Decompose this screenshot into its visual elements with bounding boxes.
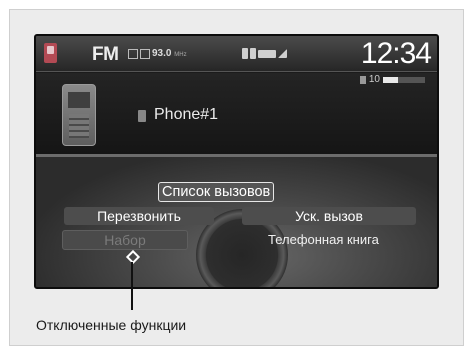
radio-frequency: 93.0 MHz xyxy=(152,48,187,59)
volume-bar-fill xyxy=(383,76,398,83)
radio-indicator-icons xyxy=(128,49,150,59)
hfl-icon xyxy=(250,48,256,59)
device-icon xyxy=(138,110,146,122)
status-bar: FM 93.0 MHz 12:34 xyxy=(36,36,437,72)
audio-source: FM xyxy=(92,44,119,65)
battery-icon xyxy=(258,49,276,58)
phonebook-button[interactable]: Телефонная книга xyxy=(268,231,379,249)
clock: 12:34 xyxy=(360,37,432,70)
redial-button[interactable]: Перезвонить xyxy=(64,207,214,225)
callout-leader-line xyxy=(131,262,133,310)
menu-divider xyxy=(36,154,437,157)
volume-indicator: 10 xyxy=(359,74,425,85)
volume-bar xyxy=(383,76,425,83)
signal-icon xyxy=(278,49,287,58)
bluetooth-icon xyxy=(242,48,248,59)
infotainment-screen: FM 93.0 MHz 12:34 Phone#1 10 Список вызо… xyxy=(34,34,439,289)
dial-button-disabled: Набор xyxy=(62,230,188,250)
mobile-phone-icon xyxy=(62,84,96,146)
speaker-icon xyxy=(359,75,366,84)
phone-info-panel: Phone#1 xyxy=(36,73,437,154)
phone-menu: Список вызовов Перезвонить Уск. вызов На… xyxy=(36,154,437,287)
speed-dial-button[interactable]: Уск. вызов xyxy=(242,207,416,225)
callout-caption: Отключенные функции xyxy=(36,317,187,333)
call-list-button[interactable]: Список вызовов xyxy=(158,182,275,202)
connected-phone-name: Phone#1 xyxy=(154,106,219,123)
connection-status-icons xyxy=(242,48,287,59)
phone-tab-icon[interactable] xyxy=(44,43,57,63)
